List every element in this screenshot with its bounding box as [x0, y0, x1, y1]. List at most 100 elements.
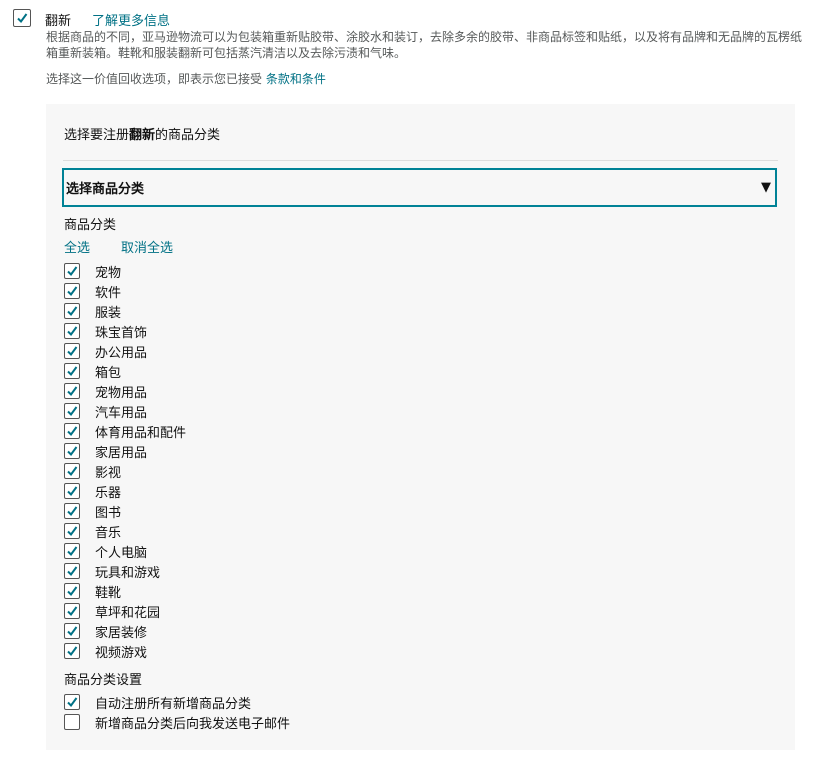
category-item[interactable]: 办公用品: [64, 341, 186, 361]
select-label: 选择商品分类: [66, 178, 144, 197]
check-icon: [66, 425, 78, 437]
terms-text: 选择这一价值回收选项，即表示您已接受 条款和条件: [46, 70, 326, 87]
setting-label: 自动注册所有新增商品分类: [95, 693, 251, 712]
category-label: 宠物: [95, 262, 121, 281]
refurbish-title: 翻新: [45, 10, 71, 29]
terms-link[interactable]: 条款和条件: [266, 72, 326, 86]
check-icon: [66, 265, 78, 277]
checkbox[interactable]: [64, 563, 80, 579]
category-item[interactable]: 宠物: [64, 261, 186, 281]
category-item[interactable]: 箱包: [64, 361, 186, 381]
check-icon: [66, 696, 78, 708]
category-item[interactable]: 鞋靴: [64, 581, 186, 601]
check-icon: [66, 605, 78, 617]
checkbox[interactable]: [64, 263, 80, 279]
category-label: 箱包: [95, 362, 121, 381]
category-select[interactable]: 选择商品分类▼: [62, 168, 777, 207]
checkbox[interactable]: [64, 583, 80, 599]
category-item[interactable]: 影视: [64, 461, 186, 481]
category-item[interactable]: 体育用品和配件: [64, 421, 186, 441]
terms-prefix: 选择这一价值回收选项，即表示您已接受: [46, 72, 266, 86]
checkbox[interactable]: [64, 543, 80, 559]
check-icon: [66, 505, 78, 517]
category-label: 服装: [95, 302, 121, 321]
checkbox[interactable]: [64, 283, 80, 299]
category-item[interactable]: 珠宝首饰: [64, 321, 186, 341]
category-item[interactable]: 玩具和游戏: [64, 561, 186, 581]
category-list: 宠物软件服装珠宝首饰办公用品箱包宠物用品汽车用品体育用品和配件家居用品影视乐器图…: [64, 261, 186, 661]
category-label: 玩具和游戏: [95, 562, 160, 581]
category-item[interactable]: 服装: [64, 301, 186, 321]
checkbox[interactable]: [64, 463, 80, 479]
check-icon: [66, 565, 78, 577]
category-label: 个人电脑: [95, 542, 147, 561]
check-icon: [66, 365, 78, 377]
checkbox[interactable]: [64, 603, 80, 619]
checkbox[interactable]: [64, 714, 80, 730]
category-label: 音乐: [95, 522, 121, 541]
category-label: 家居装修: [95, 622, 147, 641]
checkbox[interactable]: [13, 9, 31, 27]
category-label: 宠物用品: [95, 382, 147, 401]
setting-label: 新增商品分类后向我发送电子邮件: [95, 713, 290, 732]
checkbox[interactable]: [64, 483, 80, 499]
category-item[interactable]: 家居用品: [64, 441, 186, 461]
title-bold: 翻新: [129, 128, 155, 143]
category-label: 软件: [95, 282, 121, 301]
category-item[interactable]: 乐器: [64, 481, 186, 501]
check-icon: [16, 12, 28, 24]
category-item[interactable]: 宠物用品: [64, 381, 186, 401]
checkbox[interactable]: [64, 403, 80, 419]
category-label: 视频游戏: [95, 642, 147, 661]
checkbox[interactable]: [64, 303, 80, 319]
check-icon: [66, 485, 78, 497]
check-icon: [66, 445, 78, 457]
settings-list: 自动注册所有新增商品分类新增商品分类后向我发送电子邮件: [64, 692, 290, 732]
check-icon: [66, 285, 78, 297]
check-icon: [66, 385, 78, 397]
checkbox[interactable]: [64, 423, 80, 439]
check-icon: [66, 525, 78, 537]
checkbox[interactable]: [64, 503, 80, 519]
category-item[interactable]: 个人电脑: [64, 541, 186, 561]
checkbox[interactable]: [64, 623, 80, 639]
divider: [63, 160, 778, 161]
learn-more-link[interactable]: 了解更多信息: [92, 10, 170, 29]
category-item[interactable]: 草坪和花园: [64, 601, 186, 621]
category-label: 珠宝首饰: [95, 322, 147, 341]
category-item[interactable]: 软件: [64, 281, 186, 301]
checkbox[interactable]: [64, 363, 80, 379]
select-all-link[interactable]: 全选: [64, 237, 90, 256]
category-panel: 选择要注册翻新的商品分类 选择商品分类▼ 商品分类 全选 取消全选 宠物软件服装…: [46, 104, 795, 750]
deselect-all-link[interactable]: 取消全选: [121, 237, 173, 256]
setting-item[interactable]: 新增商品分类后向我发送电子邮件: [64, 712, 290, 732]
checkbox[interactable]: [64, 383, 80, 399]
checkbox[interactable]: [64, 694, 80, 710]
setting-item[interactable]: 自动注册所有新增商品分类: [64, 692, 290, 712]
checkbox[interactable]: [64, 643, 80, 659]
category-label: 影视: [95, 462, 121, 481]
category-label: 图书: [95, 502, 121, 521]
checkbox[interactable]: [64, 443, 80, 459]
check-icon: [66, 305, 78, 317]
category-label: 汽车用品: [95, 402, 147, 421]
category-item[interactable]: 视频游戏: [64, 641, 186, 661]
category-label: 家居用品: [95, 442, 147, 461]
category-item[interactable]: 家居装修: [64, 621, 186, 641]
check-icon: [66, 585, 78, 597]
check-icon: [66, 405, 78, 417]
title-prefix: 选择要注册: [64, 128, 129, 143]
category-item[interactable]: 音乐: [64, 521, 186, 541]
check-icon: [66, 345, 78, 357]
check-icon: [66, 545, 78, 557]
check-icon: [66, 465, 78, 477]
category-item[interactable]: 汽车用品: [64, 401, 186, 421]
category-item[interactable]: 图书: [64, 501, 186, 521]
category-label: 鞋靴: [95, 582, 121, 601]
refurbish-checkbox[interactable]: [13, 9, 31, 27]
checkbox[interactable]: [64, 343, 80, 359]
check-icon: [66, 325, 78, 337]
panel-title: 选择要注册翻新的商品分类: [64, 124, 220, 143]
checkbox[interactable]: [64, 523, 80, 539]
checkbox[interactable]: [64, 323, 80, 339]
